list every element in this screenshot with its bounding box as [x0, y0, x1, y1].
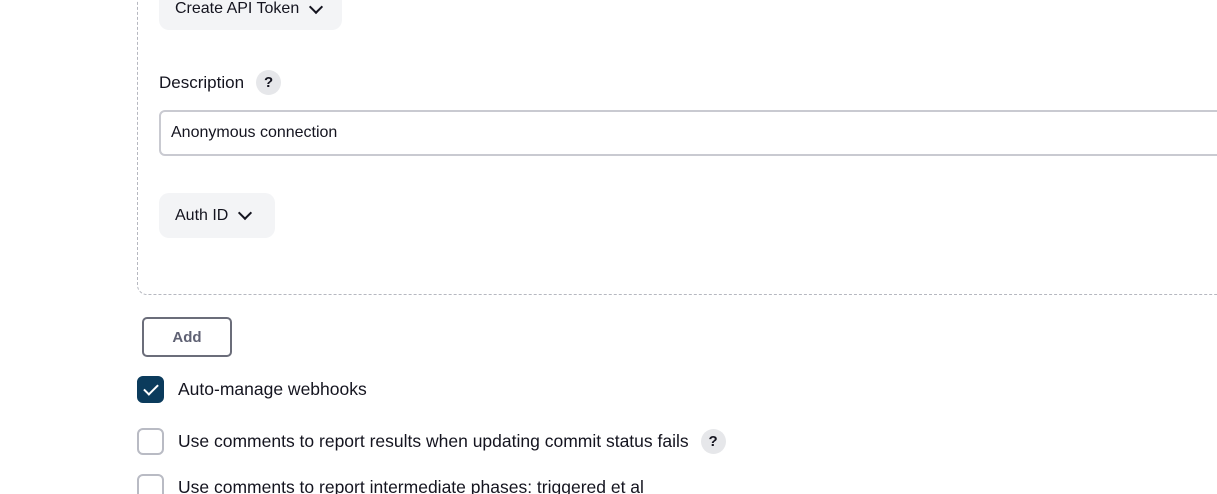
chevron-down-icon — [238, 205, 253, 221]
intermediate-phases-checkbox[interactable] — [137, 474, 164, 494]
auth-id-label: Auth ID — [175, 206, 229, 224]
help-icon[interactable]: ? — [256, 70, 282, 95]
comments-on-failure-label[interactable]: Use comments to report results when upda… — [178, 431, 689, 452]
page: Create API Token Description ? Auth ID A… — [0, 0, 1217, 494]
comments-on-failure-checkbox[interactable] — [137, 428, 164, 455]
auto-manage-webhooks-row[interactable]: Auto-manage webhooks — [137, 376, 367, 403]
description-input[interactable] — [159, 110, 1217, 156]
create-api-token-label: Create API Token — [175, 0, 300, 17]
comments-on-failure-row[interactable]: Use comments to report results when upda… — [137, 428, 726, 455]
auto-manage-webhooks-label[interactable]: Auto-manage webhooks — [178, 379, 367, 400]
help-icon[interactable]: ? — [700, 429, 726, 454]
description-label-row: Description ? — [159, 70, 282, 95]
auth-id-button[interactable]: Auth ID — [159, 193, 275, 238]
intermediate-phases-label[interactable]: Use comments to report intermediate phas… — [178, 477, 644, 494]
auto-manage-webhooks-checkbox[interactable] — [137, 376, 164, 403]
chevron-down-icon — [309, 0, 324, 14]
add-button[interactable]: Add — [142, 317, 232, 357]
description-label: Description — [159, 72, 245, 92]
create-api-token-button[interactable]: Create API Token — [159, 0, 342, 30]
checkmark-icon — [142, 380, 159, 396]
intermediate-phases-row[interactable]: Use comments to report intermediate phas… — [137, 474, 644, 494]
